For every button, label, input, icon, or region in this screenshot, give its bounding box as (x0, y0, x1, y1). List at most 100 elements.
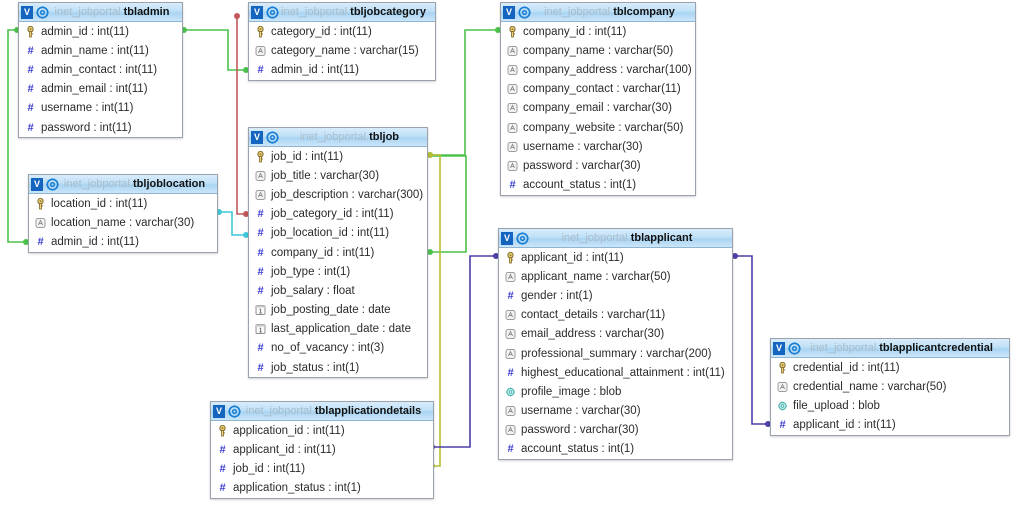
field-row[interactable]: # password : int(11) (19, 118, 182, 137)
field-row[interactable]: file_upload : blob (771, 396, 1009, 415)
field-label: job_id : int(11) (233, 462, 306, 475)
field-row[interactable]: # account_status : int(1) (501, 176, 695, 195)
table-tblapplicantcredential[interactable]: Vinet_jobportal.tblapplicantcredential cr… (770, 338, 1010, 436)
schema-label: inet_jobportal. (544, 5, 614, 18)
field-row[interactable]: company_address : varchar(100) (501, 60, 695, 79)
field-row[interactable]: username : varchar(30) (501, 137, 695, 156)
field-row[interactable]: location_id : int(11) (29, 194, 217, 213)
table-tblapplicationdetails[interactable]: Vinet_jobportal.tblapplicationdetails app… (210, 401, 434, 499)
field-row[interactable]: password : varchar(30) (499, 421, 732, 440)
table-header-tblapplicationdetails[interactable]: Vinet_jobportal.tblapplicationdetails (211, 402, 433, 421)
table-header-tblapplicantcredential[interactable]: Vinet_jobportal.tblapplicantcredential (771, 339, 1009, 358)
field-row[interactable]: # account_status : int(1) (499, 440, 732, 459)
table-tblcompany[interactable]: Vinet_jobportal.tblcompany company_id : i… (500, 2, 696, 196)
field-row[interactable]: # applicant_id : int(11) (771, 416, 1009, 435)
field-row[interactable]: # username : int(11) (19, 99, 182, 118)
table-name-label: tbljob (369, 130, 400, 143)
table-header-tblapplicant[interactable]: Vinet_jobportal.tblapplicant (499, 229, 732, 248)
varchar-icon (777, 381, 788, 393)
table-tblapplicant[interactable]: Vinet_jobportal.tblapplicant applicant_id… (498, 228, 733, 461)
field-row[interactable]: contact_details : varchar(11) (499, 306, 732, 325)
field-row[interactable]: # job_category_id : int(11) (249, 205, 427, 224)
table-tbljob[interactable]: Vinet_jobportal.tbljob job_id : int(11) jo… (248, 127, 428, 379)
table-tbljobcategory[interactable]: Vinet_jobportal.tbljobcategory category_i… (248, 2, 436, 81)
field-row[interactable]: credential_id : int(11) (771, 358, 1009, 377)
field-row[interactable]: company_website : varchar(50) (501, 118, 695, 137)
gear-icon[interactable] (516, 231, 529, 245)
field-row[interactable]: company_contact : varchar(11) (501, 80, 695, 99)
field-row[interactable]: # job_status : int(1) (249, 358, 427, 377)
field-row[interactable]: location_name : varchar(30) (29, 213, 217, 232)
field-row[interactable]: category_name : varchar(15) (249, 41, 435, 60)
hash-icon: # (257, 284, 264, 297)
gear-icon[interactable] (228, 404, 241, 418)
field-row[interactable]: professional_summary : varchar(200) (499, 344, 732, 363)
field-row[interactable]: # company_id : int(11) (249, 243, 427, 262)
gear-icon[interactable] (518, 5, 531, 19)
hash-icon: # (27, 44, 34, 57)
gear-icon[interactable] (266, 5, 279, 19)
field-row[interactable]: # admin_id : int(11) (29, 232, 217, 251)
field-row[interactable]: # admin_email : int(11) (19, 80, 182, 99)
field-row[interactable]: job_description : varchar(300) (249, 185, 427, 204)
varchar-icon (505, 348, 516, 360)
table-header-tbladmin[interactable]: Vinet_jobportal.tbladmin (19, 3, 182, 22)
field-row[interactable]: # applicant_id : int(11) (211, 440, 433, 459)
varchar-icon (507, 160, 518, 172)
hash-icon: # (257, 227, 264, 240)
field-row[interactable]: # job_salary : float (249, 281, 427, 300)
field-label: professional_summary : varchar(200) (521, 347, 712, 360)
field-row[interactable]: username : varchar(30) (499, 402, 732, 421)
gear-icon[interactable] (46, 177, 59, 191)
hash-icon: # (27, 83, 34, 96)
field-row[interactable]: company_id : int(11) (501, 22, 695, 41)
gear-icon[interactable] (788, 341, 801, 355)
field-row[interactable]: profile_image : blob (499, 382, 732, 401)
field-row[interactable]: email_address : varchar(30) (499, 325, 732, 344)
field-row[interactable]: # admin_id : int(11) (249, 60, 435, 79)
field-row[interactable]: password : varchar(30) (501, 156, 695, 175)
field-row[interactable]: # admin_contact : int(11) (19, 60, 182, 79)
field-row[interactable]: applicant_name : varchar(50) (499, 267, 732, 286)
field-row[interactable]: # admin_name : int(11) (19, 41, 182, 60)
field-row[interactable]: # job_location_id : int(11) (249, 224, 427, 243)
field-label: job_location_id : int(11) (271, 227, 390, 240)
field-row[interactable]: job_title : varchar(30) (249, 166, 427, 185)
key-icon (35, 197, 46, 210)
table-header-tbljobcategory[interactable]: Vinet_jobportal.tbljobcategory (249, 3, 435, 22)
field-row[interactable]: # job_id : int(11) (211, 459, 433, 478)
field-row[interactable]: category_id : int(11) (249, 22, 435, 41)
field-row[interactable]: job_posting_date : date (249, 301, 427, 320)
field-row[interactable]: # job_type : int(1) (249, 262, 427, 281)
relationship-endpoint-jobcategory-to-job (234, 13, 240, 19)
field-row[interactable]: applicant_id : int(11) (499, 248, 732, 267)
hash-icon: # (219, 443, 226, 456)
field-row[interactable]: # no_of_vacancy : int(3) (249, 339, 427, 358)
field-row[interactable]: company_email : varchar(30) (501, 99, 695, 118)
version-badge-icon: V (501, 231, 513, 245)
field-row[interactable]: admin_id : int(11) (19, 22, 182, 41)
table-tbljoblocation[interactable]: Vinet_jobportal.tbljoblocation location_i… (28, 174, 218, 253)
field-row[interactable]: job_id : int(11) (249, 147, 427, 166)
key-icon (507, 25, 518, 38)
key-icon (25, 25, 36, 38)
field-row[interactable]: company_name : varchar(50) (501, 41, 695, 60)
field-row[interactable]: # application_status : int(1) (211, 479, 433, 498)
hash-icon: # (27, 63, 34, 76)
table-header-tbljoblocation[interactable]: Vinet_jobportal.tbljoblocation (29, 175, 217, 194)
table-header-tblcompany[interactable]: Vinet_jobportal.tblcompany (501, 3, 695, 22)
table-header-tbljob[interactable]: Vinet_jobportal.tbljob (249, 128, 427, 147)
hash-icon: # (509, 179, 516, 192)
field-row[interactable]: credential_name : varchar(50) (771, 377, 1009, 396)
varchar-icon (255, 189, 266, 201)
gear-icon[interactable] (266, 130, 279, 144)
table-tbladmin[interactable]: Vinet_jobportal.tbladmin admin_id : int(1… (18, 2, 183, 139)
field-row[interactable]: # highest_educational_attainment : int(11… (499, 363, 732, 382)
field-row[interactable]: # gender : int(1) (499, 286, 732, 305)
calendar-icon (255, 304, 266, 316)
field-label: file_upload : blob (793, 399, 880, 412)
field-row[interactable]: application_id : int(11) (211, 421, 433, 440)
gear-icon[interactable] (36, 5, 49, 19)
field-row[interactable]: last_application_date : date (249, 320, 427, 339)
field-label: admin_id : int(11) (271, 63, 359, 76)
